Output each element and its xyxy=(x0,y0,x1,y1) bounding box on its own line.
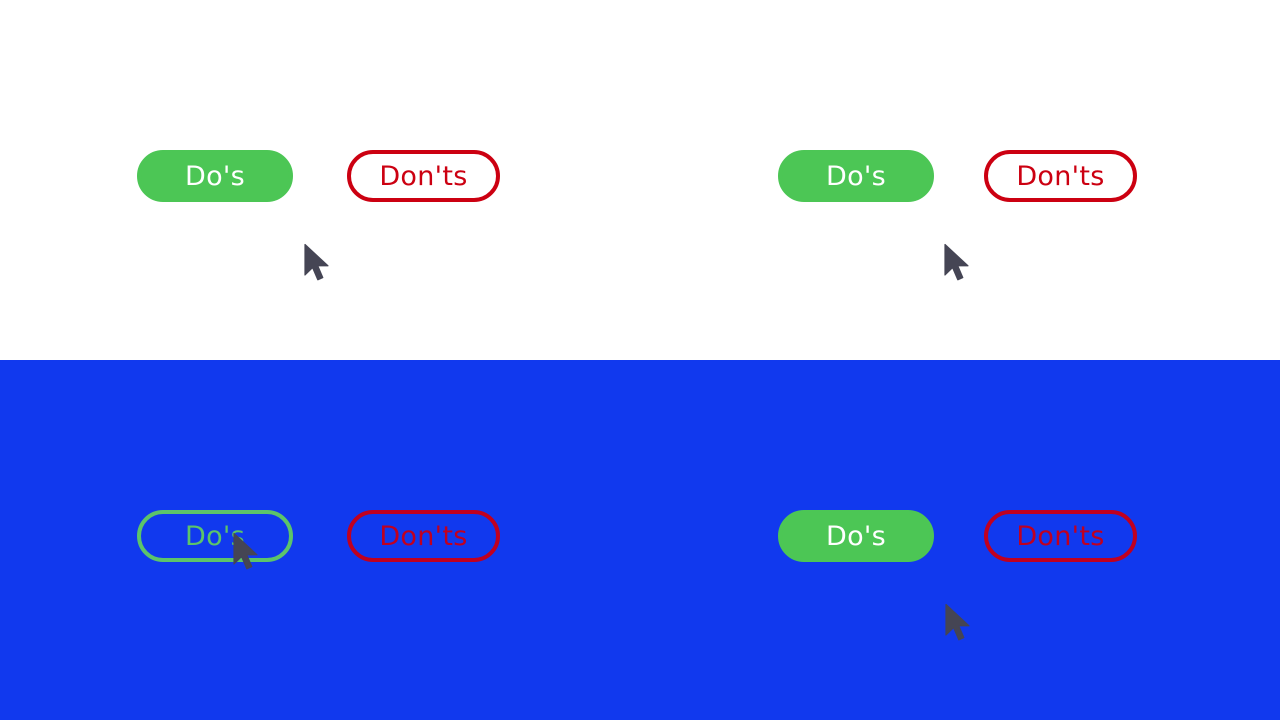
donts-button-bottom-right[interactable]: Don'ts xyxy=(984,510,1137,562)
quadrant-top-left: Do's Don'ts xyxy=(0,0,640,360)
dos-button-bottom-right[interactable]: Do's xyxy=(778,510,934,562)
comparison-stage: Do's Don'ts Do's Don'ts Do's Don'ts Do's… xyxy=(0,0,1280,720)
button-row-bottom-right: Do's Don'ts xyxy=(778,510,1137,562)
button-row-top-left: Do's Don'ts xyxy=(137,150,500,202)
dos-button-top-left[interactable]: Do's xyxy=(137,150,293,202)
quadrant-bottom-left: Do's Don'ts xyxy=(0,360,640,720)
donts-button-top-right[interactable]: Don'ts xyxy=(984,150,1137,202)
donts-button-top-left[interactable]: Don'ts xyxy=(347,150,500,202)
dos-button-top-right[interactable]: Do's xyxy=(778,150,934,202)
button-row-top-right: Do's Don'ts xyxy=(778,150,1137,202)
donts-button-bottom-left[interactable]: Don'ts xyxy=(347,510,500,562)
mouse-cursor-arrow-icon xyxy=(303,243,333,285)
button-row-bottom-left: Do's Don'ts xyxy=(137,510,500,562)
quadrant-top-right: Do's Don'ts xyxy=(640,0,1280,360)
dos-button-bottom-left[interactable]: Do's xyxy=(137,510,293,562)
quadrant-bottom-right: Do's Don'ts xyxy=(640,360,1280,720)
